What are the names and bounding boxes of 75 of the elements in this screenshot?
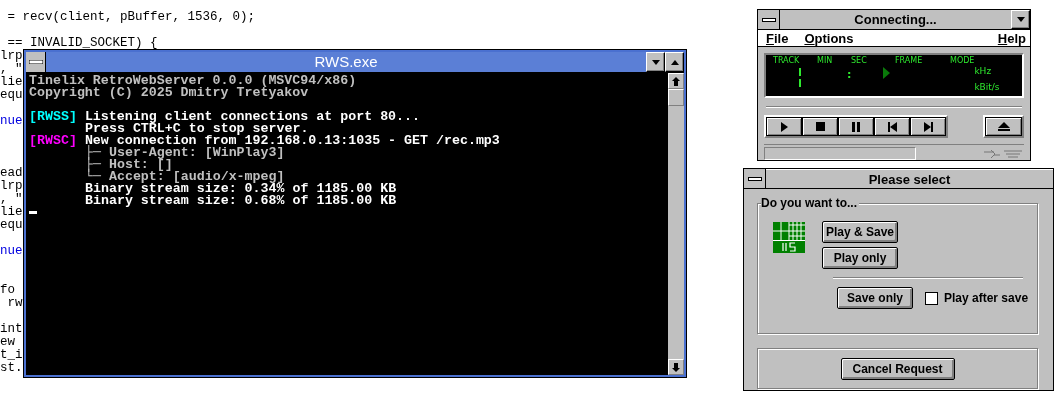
code-line: , " [0,192,23,206]
display-label: SEC [851,56,868,66]
up-arrow-icon [670,59,679,65]
code-line: t_i [0,348,23,362]
codec-logo-icon [773,222,805,253]
down-arrow-icon [1016,17,1025,22]
up-arrow-icon [672,76,680,86]
time-separator: : [847,69,852,80]
unit-label: kHz [974,66,993,76]
group-label: Do you want to... [761,196,859,210]
checkbox[interactable] [925,291,938,305]
code-line: = recv(client, pBuffer, 1536, 0); [6,10,256,24]
down-arrow-icon [651,59,660,65]
code-line: lrp [0,49,23,63]
log-tag: [RWSS] [29,109,77,124]
window-title: Connecting... [853,11,938,29]
code-keyword: nue [0,114,23,128]
menu-item[interactable]: Options [804,30,854,46]
code-keyword: nue [0,244,23,258]
console-line: Listening client connections at port 80... [84,109,421,124]
system-menu-button[interactable] [26,52,46,72]
down-arrow-icon [672,362,680,372]
stop-icon [815,122,825,131]
text-cursor [29,211,37,214]
scroll-thumb[interactable] [668,89,684,106]
previous-icon [887,121,897,132]
code-line: equ [0,218,23,232]
code-line: fo [0,283,15,297]
code-line: ead [0,166,23,180]
menu-item[interactable]: Help [997,30,1026,46]
minimize-button[interactable] [646,52,665,72]
scrollbar[interactable] [667,73,684,375]
connection-icon [984,148,1024,159]
log-tag: [RWSC] [29,133,77,148]
choice-button[interactable]: Play & Save [822,221,898,243]
play-button[interactable] [766,117,802,136]
display-label: TRACK [773,56,801,66]
play-indicator-icon [883,67,891,79]
cancel-button[interactable]: Cancel Request [840,357,955,380]
choice-button[interactable]: Play only [822,247,898,269]
code-line: ew [0,335,15,349]
stop-button[interactable] [802,117,838,136]
next-icon [923,121,933,132]
code-line: rw [6,296,23,310]
code-line: , " [0,62,23,76]
window-title: RWS.exe [313,52,379,72]
menu-item[interactable]: File [766,30,789,46]
choice-button[interactable]: Save only [837,287,913,309]
previous-button[interactable] [874,117,910,136]
display-label: MODE [950,56,975,66]
code-line: lie [0,75,23,89]
bar-icon [747,176,762,181]
console-line: Tinelix RetroWebServer 0.0.0 (MSVC94/x86) [29,73,357,88]
pause-button[interactable] [838,117,874,136]
maximize-button[interactable] [665,52,684,72]
code-line: st. [0,361,23,375]
scroll-up-button[interactable] [668,73,684,89]
display-label: MIN [817,56,834,66]
code-line: equ [0,88,23,102]
bar-icon [761,17,776,22]
code-line: lie [0,205,23,219]
bar-icon [28,60,43,64]
unit-label: kBit/s [974,82,1000,92]
pause-icon [852,121,860,132]
display-label: FRAME [895,56,924,66]
scroll-down-button[interactable] [668,359,684,375]
code-line: == INVALID_SOCKET) { [6,36,158,50]
next-button[interactable] [910,117,946,136]
eject-icon [997,122,1010,131]
window-title: Please select [766,169,1053,188]
play-icon [780,121,788,132]
minimize-button[interactable] [1011,10,1030,29]
checkbox-label: Play after save [944,291,1029,305]
code-line: lrp [0,179,23,193]
code-line: int [0,322,23,336]
